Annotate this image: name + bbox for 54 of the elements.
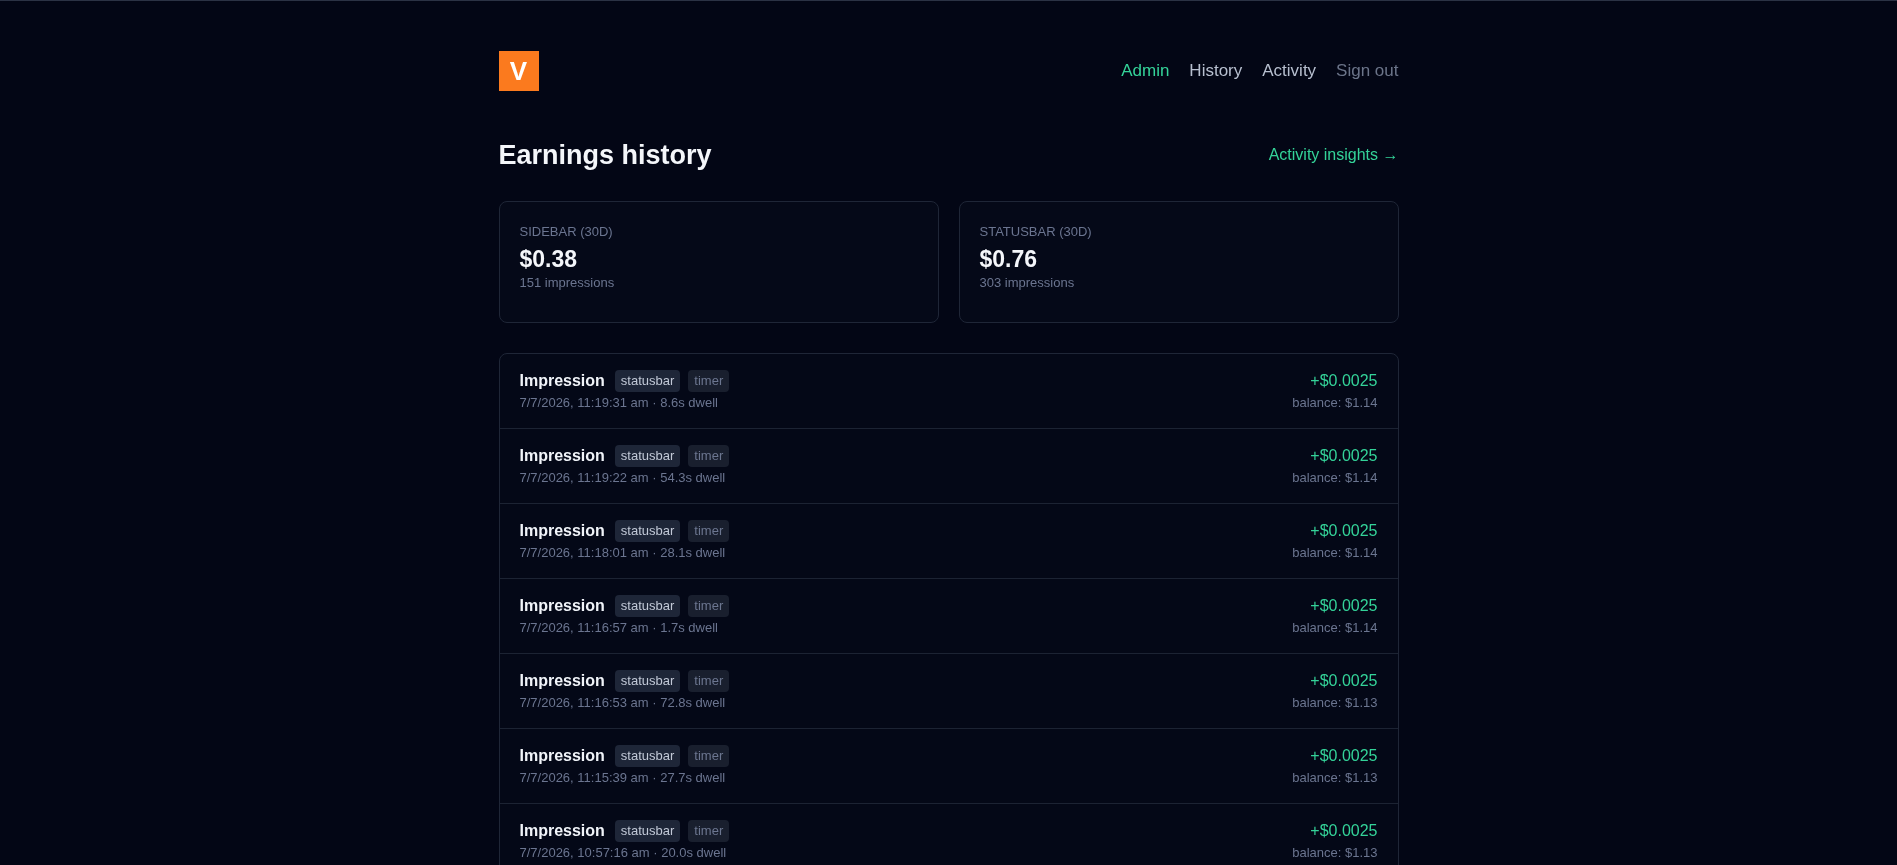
earning-amount: +$0.0025 [1309,671,1378,691]
event-title: Impression [519,597,605,615]
trigger-badge: timer [688,670,730,692]
balance-text: balance: $1.14 [1292,619,1378,637]
event-time: 7/7/2026, 11:19:31 am · 8.6s dwell [519,394,719,412]
balance-text: balance: $1.14 [1292,394,1378,412]
balance-text: balance: $1.13 [1292,694,1378,712]
event-title: Impression [519,372,605,390]
earning-amount: +$0.0025 [1309,521,1378,541]
sign-out-link[interactable]: Sign out [1336,60,1399,82]
trigger-badge: timer [688,820,730,842]
event-time: 7/7/2026, 11:19:22 am · 54.3s dwell [519,469,727,487]
stat-impressions: 303 impressions [979,274,1076,292]
trigger-badge: timer [688,370,730,392]
placement-badge: statusbar [614,670,681,692]
earning-amount: +$0.0025 [1309,371,1378,391]
earning-amount: +$0.0025 [1309,446,1378,466]
placement-badge: statusbar [614,745,681,767]
earning-amount: +$0.0025 [1309,746,1378,766]
trigger-badge: timer [688,445,730,467]
placement-badge: statusbar [614,595,681,617]
event-time: 7/7/2026, 11:16:57 am · 1.7s dwell [519,619,719,637]
balance-text: balance: $1.14 [1292,469,1378,487]
balance-text: balance: $1.14 [1292,544,1378,562]
trigger-badge: timer [688,520,730,542]
event-time: 7/7/2026, 10:57:16 am · 20.0s dwell [519,844,728,862]
stat-amount: $0.38 [519,245,579,274]
trigger-badge: timer [688,745,730,767]
page-title: Earnings history [498,139,712,172]
event-title: Impression [519,747,605,765]
stat-label: SIDEBAR (30D) [519,224,614,240]
nav-link[interactable]: Admin [1121,60,1170,82]
event-title: Impression [519,522,605,540]
placement-badge: statusbar [614,520,681,542]
event-title: Impression [519,672,605,690]
stat-amount: $0.76 [979,245,1039,274]
trigger-badge: timer [688,595,730,617]
balance-text: balance: $1.13 [1292,769,1378,787]
nav-link[interactable]: Activity [1262,60,1317,82]
earning-amount: +$0.0025 [1309,596,1378,616]
balance-text: balance: $1.13 [1292,844,1378,862]
stat-label: STATUSBAR (30D) [979,224,1093,240]
activity-insights-link[interactable]: Activity insights → [1268,145,1399,165]
stat-impressions: 151 impressions [519,274,616,292]
event-title: Impression [519,822,605,840]
placement-badge: statusbar [614,370,681,392]
event-title: Impression [519,447,605,465]
event-time: 7/7/2026, 11:16:53 am · 72.8s dwell [519,694,727,712]
event-time: 7/7/2026, 11:18:01 am · 28.1s dwell [519,544,727,562]
earning-amount: +$0.0025 [1309,821,1378,841]
nav-link[interactable]: History [1189,60,1243,82]
placement-badge: statusbar [614,820,681,842]
placement-badge: statusbar [614,445,681,467]
event-time: 7/7/2026, 11:15:39 am · 27.7s dwell [519,769,727,787]
